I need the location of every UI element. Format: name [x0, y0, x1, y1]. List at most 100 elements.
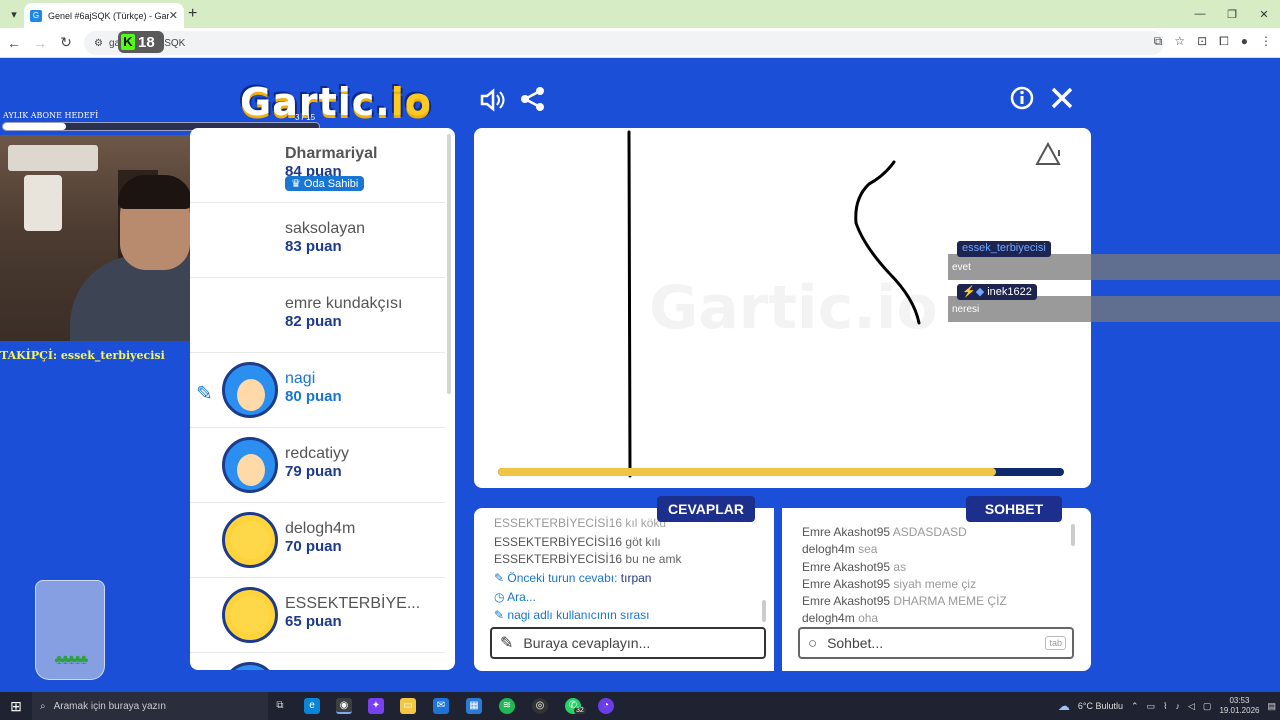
player-row[interactable]: emre kundakçısı 82 puan	[190, 278, 445, 353]
close-icon[interactable]	[1050, 86, 1074, 117]
player-points: 82 puan	[285, 313, 342, 330]
browser-tab[interactable]: G Genel #6ajSQK (Türkçe) - Gartic.io ✕	[24, 3, 184, 28]
edge-icon[interactable]: e	[304, 698, 320, 714]
reload-icon[interactable]: ↻	[54, 31, 78, 55]
clock[interactable]: 03:53 19.01.2026	[1219, 696, 1259, 716]
display-icon[interactable]: ▢	[1203, 701, 1212, 712]
network-icon[interactable]: ▭	[1147, 701, 1156, 712]
puzzle-icon[interactable]: ⧠	[1219, 34, 1229, 49]
close-window-icon[interactable]: ✕	[1248, 0, 1280, 28]
message-user: ESSEKTERBİYECİSİ16	[494, 516, 623, 530]
avatar	[222, 512, 278, 568]
player-name: Dharmariyal	[285, 145, 378, 162]
mail-icon[interactable]: ✉	[433, 698, 449, 714]
clock-time: 03:53	[1229, 696, 1250, 705]
message-text: ASDASDASD	[892, 525, 967, 539]
players-list: Dharmariyal 84 puan ♛ Oda Sahibi saksola…	[190, 128, 455, 670]
chat-message: Emre Akashot95 DHARMA MEME ÇİZ	[802, 594, 1007, 608]
chat-title: SOHBET	[966, 496, 1062, 522]
answers-title: CEVAPLAR	[657, 496, 755, 522]
player-points: 70 puan	[285, 538, 342, 555]
chat-message: delogh4m oha	[802, 611, 878, 625]
bookmark-star-icon[interactable]: ☆	[1174, 34, 1185, 49]
chrome-icon[interactable]: ◉	[336, 698, 352, 714]
avatar	[222, 362, 278, 418]
store-icon[interactable]: ▦	[466, 698, 482, 714]
player-row[interactable]: Dharmariyal 84 puan ♛ Oda Sahibi	[190, 128, 445, 203]
windows-taskbar: ⊞ ⌕ Aramak için buraya yazın ⧉ e ◉ ✦ ▭ ✉…	[0, 692, 1280, 720]
players-scrollbar[interactable]	[447, 134, 451, 394]
site-info-icon[interactable]: ⚙	[94, 38, 103, 49]
player-row[interactable]: delogh4m 70 puan	[190, 503, 445, 578]
player-row[interactable]: ESSEKTERBİYE... 65 puan	[190, 578, 445, 653]
message-text: göt kılı	[625, 535, 661, 549]
url-field[interactable]: ⚙ gart SQK	[84, 31, 1164, 55]
close-tab-icon[interactable]: ✕	[169, 9, 178, 22]
browser-menu-icon[interactable]: ⋮	[1260, 34, 1272, 49]
info-icon[interactable]	[1010, 86, 1034, 117]
obs-icon[interactable]: ◎	[532, 698, 548, 714]
weather-text[interactable]: 6°C Bulutlu	[1078, 701, 1123, 711]
share-icon[interactable]	[520, 86, 546, 119]
owner-label: Oda Sahibi	[303, 178, 359, 190]
answer-message: ESSEKTERBİYECİSİ16 kıl köku	[494, 516, 666, 530]
forward-icon[interactable]: →	[28, 31, 52, 55]
system-message: ✎ Önceki turun cevabı: tırpan	[494, 571, 651, 585]
profile-avatar-icon[interactable]: ●	[1241, 34, 1248, 49]
system-message: ◷ Ara...	[494, 590, 536, 604]
player-name: delogh4m	[285, 520, 356, 537]
canvas-watermark: Gartic.io	[649, 273, 938, 343]
chat-scrollbar[interactable]	[1071, 524, 1075, 546]
message-text: oha	[858, 611, 879, 625]
tab-title: Genel #6ajSQK (Türkçe) - Gartic.io	[48, 10, 169, 21]
player-row[interactable]: saksolayan 83 puan	[190, 203, 445, 278]
answer-input[interactable]: ✎ Buraya cevaplayın...	[490, 627, 766, 659]
sound-icon[interactable]	[478, 86, 506, 121]
clover-icon: ♣♣♣♣♣	[54, 651, 89, 667]
spotify-icon[interactable]: ≋	[499, 698, 515, 714]
webcam-heater	[24, 175, 62, 231]
copilot-icon[interactable]: ✦	[368, 698, 384, 714]
player-row-current[interactable]: ✎ nagi 80 puan	[190, 353, 445, 428]
overlay-message-text: evet	[952, 262, 971, 273]
task-view-icon[interactable]: ⧉	[272, 698, 288, 714]
wifi-icon[interactable]: ⌇	[1163, 701, 1167, 712]
app-icon[interactable]: ◔	[598, 698, 614, 714]
player-points: 83 puan	[285, 238, 342, 255]
message-text: as	[893, 560, 907, 574]
tab-key-hint: tab	[1045, 636, 1066, 650]
windows-start-icon[interactable]: ⊞	[0, 692, 32, 720]
file-explorer-icon[interactable]: ▭	[400, 698, 416, 714]
restore-icon[interactable]: ❐	[1216, 0, 1248, 28]
volume-icon[interactable]: ◁	[1188, 701, 1195, 712]
goal-label: AYLIK ABONE HEDEFİ	[3, 111, 99, 120]
overlay-chat-user: ⚡◆ inek1622	[957, 284, 1037, 300]
player-row[interactable]: redcatiyy 79 puan	[190, 428, 445, 503]
browser-tab-bar: ▾ G Genel #6ajSQK (Türkçe) - Gartic.io ✕…	[0, 0, 1280, 28]
chat-input[interactable]: ○ Sohbet... tab	[798, 627, 1074, 659]
round-timer-bar	[498, 468, 1064, 476]
notification-icon[interactable]: ▤	[1267, 701, 1276, 712]
player-row[interactable]	[190, 653, 445, 670]
install-app-icon[interactable]: ⧉	[1154, 34, 1163, 49]
webcam-person-hair	[118, 175, 192, 209]
system-value: adlı kullanıcının sırası	[533, 608, 650, 622]
address-bar: ← → ↻ ⚙ gart SQK	[0, 28, 1280, 58]
answers-scrollbar[interactable]	[762, 600, 766, 622]
chevron-up-icon[interactable]: ⌃	[1131, 701, 1139, 712]
taskbar-search[interactable]: ⌕ Aramak için buraya yazın	[32, 692, 268, 720]
system-tray: ☁ 6°C Bulutlu ⌃ ▭ ⌇ ♪ ◁ ▢ 03:53 19.01.20…	[1058, 692, 1276, 720]
extension-icon[interactable]: ⊡	[1197, 34, 1207, 49]
back-icon[interactable]: ←	[2, 31, 26, 55]
answer-message: ESSEKTERBİYECİSİ16 bu ne amk	[494, 552, 681, 566]
chat-message: delogh4m sea	[802, 542, 877, 556]
message-text: bu ne amk	[625, 552, 682, 566]
mic-icon[interactable]: ♪	[1176, 701, 1181, 711]
minimize-icon[interactable]: —	[1184, 0, 1216, 28]
player-name: ESSEKTERBİYE...	[285, 595, 421, 612]
search-icon: ⌕	[40, 700, 46, 712]
clock-icon: ◷	[494, 590, 508, 604]
avatar	[222, 587, 278, 643]
new-tab-icon[interactable]: +	[188, 5, 197, 23]
webcam-ac-unit	[8, 145, 98, 171]
